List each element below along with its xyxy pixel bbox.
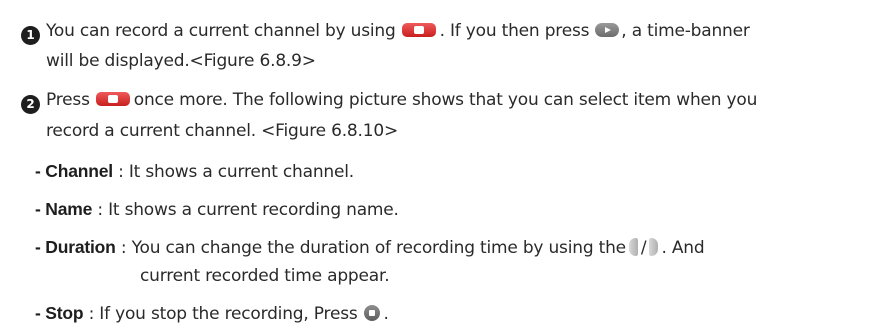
stop-button-icon bbox=[363, 305, 380, 321]
step1-text-c: , a time-banner bbox=[621, 21, 750, 41]
item-duration: - Duration : You can change the duration… bbox=[35, 236, 705, 259]
record-button-icon bbox=[401, 23, 436, 37]
item-channel-term: - Channel bbox=[35, 161, 113, 181]
play-button-icon bbox=[595, 23, 620, 37]
item-duration-continuation: current recorded time appear. bbox=[140, 266, 390, 286]
left-arrow-icon bbox=[628, 237, 638, 257]
item-duration-desc-after: . And bbox=[661, 238, 705, 258]
step1-number-badge: 1 bbox=[21, 26, 40, 45]
item-channel: - Channel : It shows a current channel. bbox=[35, 160, 354, 183]
step2-text-b: once more. The following picture shows t… bbox=[133, 90, 758, 110]
right-arrow-icon bbox=[649, 237, 659, 257]
item-channel-desc: : It shows a current channel. bbox=[112, 162, 354, 182]
step2-line2: record a current channel. <Figure 6.8.10… bbox=[46, 121, 399, 141]
step2-number-badge: 2 bbox=[21, 95, 40, 114]
item-stop-term: - Stop bbox=[35, 303, 84, 323]
item-stop-desc: : If you stop the recording, Press bbox=[83, 304, 358, 324]
step1-line1: 1 You can record a current channel by usi… bbox=[21, 20, 750, 45]
record-button-icon bbox=[95, 92, 130, 106]
step1-text-a: You can record a current channel by usin… bbox=[46, 21, 396, 41]
item-name-term: - Name bbox=[35, 199, 93, 219]
item-name: - Name : It shows a current recording na… bbox=[35, 198, 399, 221]
item-duration-slash: / bbox=[640, 238, 647, 258]
step2-text-a: Press bbox=[46, 90, 90, 110]
item-stop-desc-after: . bbox=[383, 304, 389, 324]
item-duration-desc: : You can change the duration of recordi… bbox=[115, 238, 626, 258]
item-stop: - Stop : If you stop the recording, Pres… bbox=[35, 302, 389, 325]
step2-line1: 2 Press once more. The following picture s… bbox=[21, 89, 757, 114]
step1-text-b: . If you then press bbox=[439, 21, 590, 41]
item-name-desc: : It shows a current recording name. bbox=[92, 200, 399, 220]
step1-line2: will be displayed.<Figure 6.8.9> bbox=[46, 51, 316, 71]
item-duration-term: - Duration bbox=[35, 237, 116, 257]
